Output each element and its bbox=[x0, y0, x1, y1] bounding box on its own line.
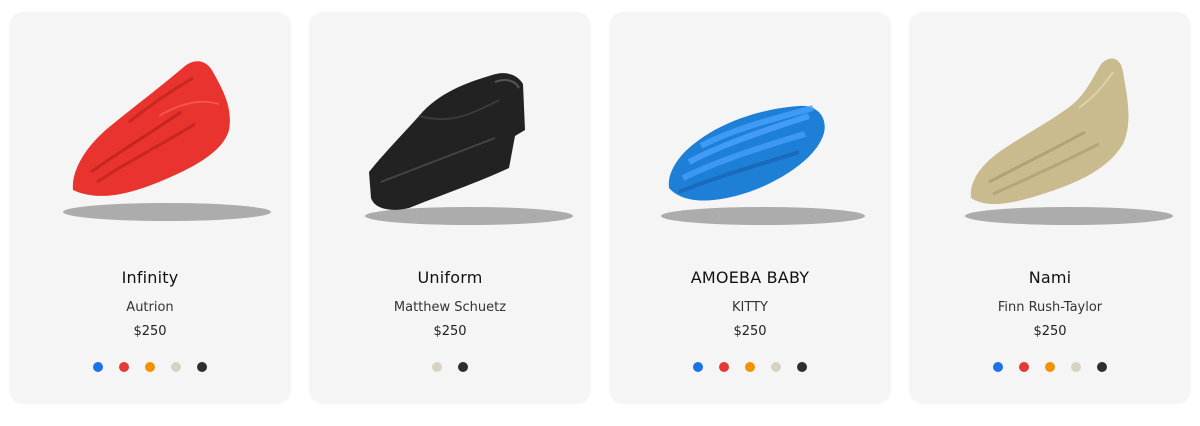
product-card-uniform[interactable]: Uniform Matthew Schuetz $250 bbox=[309, 12, 591, 404]
color-swatches bbox=[309, 362, 591, 372]
color-swatch-black[interactable] bbox=[197, 362, 207, 372]
color-swatch-red[interactable] bbox=[1019, 362, 1029, 372]
sneaker-image bbox=[63, 61, 271, 221]
shoe-body bbox=[369, 73, 525, 210]
product-image[interactable] bbox=[609, 12, 891, 242]
product-designer: Finn Rush-Taylor bbox=[997, 300, 1103, 315]
color-swatch-blue[interactable] bbox=[93, 362, 103, 372]
product-price: $250 bbox=[433, 324, 467, 339]
color-swatch-black[interactable] bbox=[458, 362, 468, 372]
product-title[interactable]: AMOEBA BABY bbox=[609, 268, 891, 287]
product-price: $250 bbox=[133, 324, 167, 339]
product-title[interactable]: Nami bbox=[909, 268, 1191, 287]
color-swatch-orange[interactable] bbox=[145, 362, 155, 372]
product-price: $250 bbox=[1033, 324, 1067, 339]
product-price: $250 bbox=[733, 324, 767, 339]
shoe-image bbox=[365, 73, 573, 225]
product-card-nami[interactable]: Nami Finn Rush-Taylor $250 bbox=[909, 12, 1191, 404]
color-swatch-red[interactable] bbox=[119, 362, 129, 372]
product-image[interactable] bbox=[309, 12, 591, 242]
shoe-body bbox=[72, 61, 230, 196]
color-swatch-beige[interactable] bbox=[171, 362, 181, 372]
color-swatch-orange[interactable] bbox=[1045, 362, 1055, 372]
product-grid: Infinity Autrion $250 Uniform Matthew Sc… bbox=[0, 0, 1200, 426]
color-swatch-black[interactable] bbox=[797, 362, 807, 372]
product-title[interactable]: Uniform bbox=[309, 268, 591, 287]
color-swatch-red[interactable] bbox=[719, 362, 729, 372]
color-swatches bbox=[609, 362, 891, 372]
product-image[interactable] bbox=[9, 12, 291, 242]
product-card-amoeba-baby[interactable]: AMOEBA BABY KITTY $250 bbox=[609, 12, 891, 404]
color-swatch-black[interactable] bbox=[1097, 362, 1107, 372]
color-swatch-beige[interactable] bbox=[432, 362, 442, 372]
slide-image bbox=[661, 105, 865, 225]
color-swatch-blue[interactable] bbox=[993, 362, 1003, 372]
color-swatch-blue[interactable] bbox=[693, 362, 703, 372]
color-swatch-beige[interactable] bbox=[1071, 362, 1081, 372]
color-swatches bbox=[9, 362, 291, 372]
product-designer: KITTY bbox=[732, 300, 768, 315]
product-designer: Matthew Schuetz bbox=[393, 300, 507, 315]
sneaker-image bbox=[965, 58, 1173, 225]
product-designer: Autrion bbox=[126, 300, 174, 315]
product-title[interactable]: Infinity bbox=[9, 268, 291, 287]
shoe-body bbox=[970, 58, 1129, 205]
color-swatch-beige[interactable] bbox=[771, 362, 781, 372]
product-image[interactable] bbox=[909, 12, 1191, 242]
color-swatches bbox=[909, 362, 1191, 372]
product-card-infinity[interactable]: Infinity Autrion $250 bbox=[9, 12, 291, 404]
color-swatch-orange[interactable] bbox=[745, 362, 755, 372]
